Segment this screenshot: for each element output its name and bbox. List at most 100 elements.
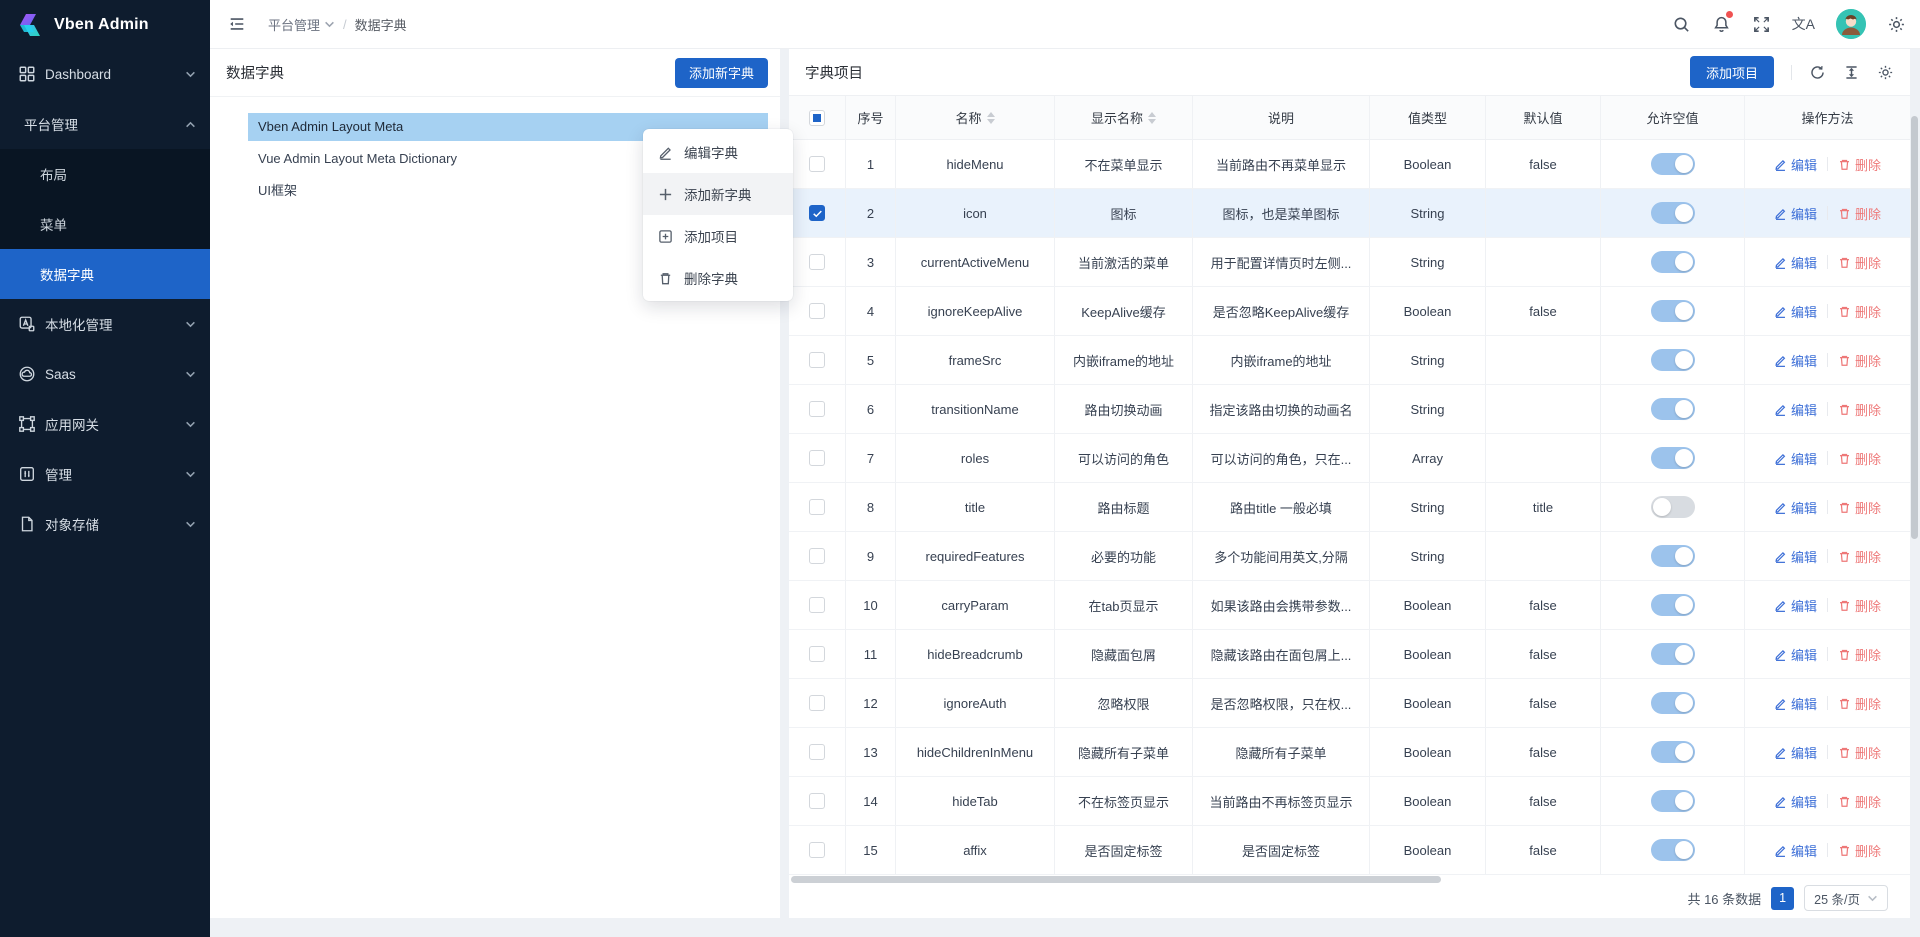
sidebar-item-platform[interactable]: 平台管理 [0, 99, 210, 149]
edit-link[interactable]: 编辑 [1774, 302, 1817, 321]
edit-link[interactable]: 编辑 [1774, 155, 1817, 174]
select-all-checkbox[interactable] [809, 110, 825, 126]
delete-link[interactable]: 删除 [1838, 694, 1881, 713]
row-checkbox[interactable] [809, 842, 825, 858]
row-checkbox[interactable] [809, 156, 825, 172]
row-height-icon[interactable] [1843, 64, 1860, 81]
row-checkbox[interactable] [809, 597, 825, 613]
cell-actions: 编辑 删除 [1745, 826, 1910, 874]
cell-name: hideTab [896, 777, 1055, 825]
allow-null-toggle[interactable] [1651, 398, 1695, 420]
edit-link[interactable]: 编辑 [1774, 743, 1817, 762]
search-icon[interactable] [1672, 15, 1691, 34]
allow-null-toggle[interactable] [1651, 545, 1695, 567]
context-menu-item-add-item[interactable]: 添加项目 [643, 215, 793, 257]
edit-link[interactable]: 编辑 [1774, 694, 1817, 713]
sidebar-item-dashboard[interactable]: Dashboard [0, 49, 210, 99]
fullscreen-icon[interactable] [1752, 15, 1771, 34]
edit-link[interactable]: 编辑 [1774, 204, 1817, 223]
edit-link[interactable]: 编辑 [1774, 449, 1817, 468]
context-menu-item-edit-dictionary[interactable]: 编辑字典 [643, 131, 793, 173]
avatar[interactable] [1836, 9, 1866, 39]
sidebar-item-data-dictionary[interactable]: 数据字典 [0, 249, 210, 299]
delete-link[interactable]: 删除 [1838, 204, 1881, 223]
allow-null-toggle[interactable] [1651, 741, 1695, 763]
row-checkbox[interactable] [809, 793, 825, 809]
delete-link[interactable]: 删除 [1838, 302, 1881, 321]
add-item-button[interactable]: 添加项目 [1690, 56, 1774, 88]
horizontal-scrollbar[interactable] [791, 876, 1441, 883]
allow-null-toggle[interactable] [1651, 839, 1695, 861]
sidebar-item-object-storage[interactable]: 对象存储 [0, 499, 210, 549]
sidebar-item-gateway[interactable]: 应用网关 [0, 399, 210, 449]
delete-link[interactable]: 删除 [1838, 645, 1881, 664]
sort-icons[interactable] [987, 112, 995, 124]
edit-link[interactable]: 编辑 [1774, 547, 1817, 566]
delete-link[interactable]: 删除 [1838, 351, 1881, 370]
row-checkbox[interactable] [809, 646, 825, 662]
page-number-button[interactable]: 1 [1771, 887, 1794, 910]
allow-null-toggle[interactable] [1651, 692, 1695, 714]
delete-link[interactable]: 删除 [1838, 547, 1881, 566]
row-checkbox[interactable] [809, 303, 825, 319]
row-checkbox[interactable] [809, 499, 825, 515]
allow-null-toggle[interactable] [1651, 202, 1695, 224]
page-size-select[interactable]: 25 条/页 [1804, 885, 1888, 911]
allow-null-toggle[interactable] [1651, 447, 1695, 469]
context-menu-item-add-dictionary[interactable]: 添加新字典 [643, 173, 793, 215]
delete-link[interactable]: 删除 [1838, 596, 1881, 615]
edit-link[interactable]: 编辑 [1774, 253, 1817, 272]
allow-null-toggle[interactable] [1651, 153, 1695, 175]
row-checkbox[interactable] [809, 450, 825, 466]
menu-fold-icon[interactable] [228, 15, 246, 33]
gear-icon[interactable] [1877, 64, 1894, 81]
gear-icon[interactable] [1887, 15, 1906, 34]
delete-link[interactable]: 删除 [1838, 792, 1881, 811]
row-checkbox[interactable] [809, 401, 825, 417]
allow-null-toggle[interactable] [1651, 594, 1695, 616]
delete-link[interactable]: 删除 [1838, 253, 1881, 272]
vertical-scrollbar[interactable] [1911, 116, 1918, 539]
delete-link[interactable]: 删除 [1838, 155, 1881, 174]
column-header-name[interactable]: 名称 [896, 96, 1055, 139]
context-menu-item-delete-dictionary[interactable]: 删除字典 [643, 257, 793, 299]
allow-null-toggle[interactable] [1651, 300, 1695, 322]
delete-link[interactable]: 删除 [1838, 400, 1881, 419]
row-checkbox[interactable] [809, 744, 825, 760]
row-checkbox[interactable] [809, 254, 825, 270]
refresh-icon[interactable] [1809, 64, 1826, 81]
allow-null-toggle[interactable] [1651, 496, 1695, 518]
sort-icons[interactable] [1148, 112, 1156, 124]
allow-null-toggle[interactable] [1651, 790, 1695, 812]
delete-link[interactable]: 删除 [1838, 743, 1881, 762]
edit-link[interactable]: 编辑 [1774, 792, 1817, 811]
bell-icon[interactable] [1712, 15, 1731, 34]
edit-link[interactable]: 编辑 [1774, 596, 1817, 615]
delete-link[interactable]: 删除 [1838, 498, 1881, 517]
row-checkbox[interactable] [809, 352, 825, 368]
allow-null-toggle[interactable] [1651, 251, 1695, 273]
add-dictionary-button[interactable]: 添加新字典 [675, 58, 768, 88]
breadcrumb-item[interactable]: 平台管理 [268, 15, 335, 34]
row-checkbox[interactable] [809, 548, 825, 564]
edit-link[interactable]: 编辑 [1774, 645, 1817, 664]
translate-icon[interactable]: 文A [1792, 15, 1815, 34]
sidebar-item-localization[interactable]: 本地化管理 [0, 299, 210, 349]
allow-null-toggle[interactable] [1651, 643, 1695, 665]
row-checkbox[interactable] [809, 205, 825, 221]
sidebar-item-menu[interactable]: 菜单 [0, 199, 210, 249]
allow-null-toggle[interactable] [1651, 349, 1695, 371]
sidebar-item-management[interactable]: 管理 [0, 449, 210, 499]
breadcrumb-item-current[interactable]: 数据字典 [355, 15, 407, 34]
sidebar-item-saas[interactable]: Saas [0, 349, 210, 399]
delete-link[interactable]: 删除 [1838, 841, 1881, 860]
column-header-display-name[interactable]: 显示名称 [1055, 96, 1193, 139]
edit-link[interactable]: 编辑 [1774, 841, 1817, 860]
app-logo[interactable]: Vben Admin [0, 0, 210, 49]
sidebar-item-layout[interactable]: 布局 [0, 149, 210, 199]
edit-link[interactable]: 编辑 [1774, 400, 1817, 419]
edit-link[interactable]: 编辑 [1774, 351, 1817, 370]
edit-link[interactable]: 编辑 [1774, 498, 1817, 517]
delete-link[interactable]: 删除 [1838, 449, 1881, 468]
row-checkbox[interactable] [809, 695, 825, 711]
